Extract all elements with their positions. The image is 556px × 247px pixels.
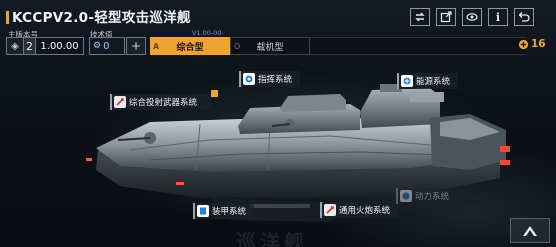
return-button[interactable]: [514, 8, 534, 26]
tab-strip-filler: [310, 37, 526, 55]
armor-system-icon: [197, 205, 209, 217]
swap-arrows-icon: [415, 12, 425, 22]
system-tag-label: 通用火炮系统: [339, 206, 391, 216]
tech-add-button[interactable]: +: [126, 37, 146, 55]
return-icon: [518, 12, 530, 22]
variant-version-label: V1.00-00-: [192, 29, 224, 37]
system-tag-label: 装甲系统: [212, 207, 247, 217]
ship-class-watermark: 巡洋舰: [236, 230, 308, 247]
system-tag-power[interactable]: 动力系统: [396, 188, 458, 204]
system-tag-label: 指挥系统: [258, 75, 293, 85]
system-tag-label: 综合投射武器系统: [129, 98, 198, 108]
info-button[interactable]: i: [488, 8, 508, 26]
tab-variant-o[interactable]: O 载机型: [230, 37, 310, 55]
system-tag-artillery[interactable]: 通用火炮系统: [320, 202, 399, 218]
view-eye-icon: [466, 13, 478, 21]
hangar-button[interactable]: [510, 218, 550, 243]
power-system-icon: [400, 190, 412, 202]
system-tag-label: 动力系统: [415, 192, 450, 202]
swap-arrows-button[interactable]: [410, 8, 430, 26]
command-system-icon: [243, 73, 255, 85]
share-icon: [440, 11, 452, 23]
share-button[interactable]: [436, 8, 456, 26]
tech-gear-icon: ⚙: [93, 41, 102, 51]
ship-title-text: KCCPV2.0-轻型攻击巡洋舰: [12, 10, 191, 26]
ship-title: KCCPV2.0-轻型攻击巡洋舰: [6, 6, 191, 26]
system-tag-label: 能源系统: [416, 77, 451, 87]
scene-background: 巡洋舰 KCCPV2.0-轻型攻击巡洋舰 i 主版本号 ◈ 2 1.00.00 …: [0, 0, 556, 247]
tab-key: O: [234, 41, 241, 51]
system-tag-projectile[interactable]: 综合投射武器系统: [110, 90, 219, 110]
tech-value-box: ⚙ 0: [89, 37, 125, 55]
resource-icon: [518, 39, 529, 49]
system-tag-armor[interactable]: 装甲系统: [193, 203, 255, 219]
system-tag-command[interactable]: 指挥系统: [239, 71, 301, 87]
upgrade-badge: [211, 90, 219, 97]
identity-version: 1.00.00: [36, 37, 84, 55]
ship-hangar-icon: [523, 225, 537, 236]
identity-box: ◈ 2 1.00.00: [6, 37, 84, 55]
title-accent-bar: [6, 11, 9, 24]
info-icon: i: [495, 10, 501, 24]
identity-number: 2: [24, 37, 36, 55]
emblem-icon: ◈: [6, 37, 24, 55]
tab-label: 综合型: [176, 42, 204, 53]
energy-system-icon: [401, 75, 413, 87]
resource-counter: 16: [518, 38, 546, 50]
view-button[interactable]: [462, 8, 482, 26]
resource-value: 16: [531, 38, 546, 50]
toolbar: i: [410, 8, 534, 26]
tab-label: 载机型: [256, 42, 284, 53]
projectile-weapon-icon: [114, 96, 126, 108]
system-tag-energy[interactable]: 能源系统: [397, 73, 459, 89]
artillery-system-icon: [324, 204, 336, 216]
tab-key: A: [153, 41, 160, 51]
tab-variant-a[interactable]: A 综合型: [150, 37, 230, 55]
tech-value: 0: [103, 40, 110, 52]
